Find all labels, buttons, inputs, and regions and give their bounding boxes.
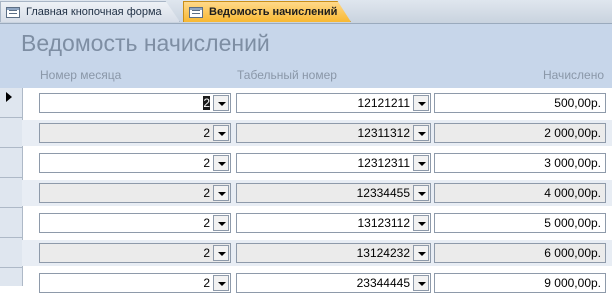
record-selector-divider xyxy=(0,237,22,238)
table-row[interactable]: 2 23344445 9 000,00р. xyxy=(22,270,612,296)
amount-field[interactable]: 4 000,00р. xyxy=(434,183,606,203)
record-selector-divider xyxy=(0,207,22,208)
tab-label: Ведомость начислений xyxy=(209,6,338,18)
form-title: Ведомость начислений xyxy=(21,30,270,56)
form-icon xyxy=(6,6,20,18)
month-combo[interactable]: 2 xyxy=(39,93,231,113)
record-selector-divider xyxy=(0,177,22,178)
record-selector-column xyxy=(0,88,23,286)
column-header-tab-number: Табельный номер xyxy=(237,68,337,82)
chevron-down-icon[interactable] xyxy=(413,185,429,201)
tab-number-combo[interactable]: 12311312 xyxy=(236,123,431,143)
record-selector-divider xyxy=(0,147,22,148)
record-selector-divider xyxy=(0,117,22,118)
form-icon xyxy=(189,6,203,18)
table-row[interactable]: 2 13123112 5 000,00р. xyxy=(22,210,612,236)
amount-field[interactable]: 3 000,00р. xyxy=(434,153,606,173)
tab-number-combo[interactable]: 12121211 xyxy=(236,93,431,113)
tab-number-combo[interactable]: 13123112 xyxy=(236,213,431,233)
tab-number-combo[interactable]: 13124232 xyxy=(236,243,431,263)
amount-field[interactable]: 500,00р. xyxy=(434,93,606,113)
chevron-down-icon[interactable] xyxy=(213,95,229,111)
amount-field[interactable]: 9 000,00р. xyxy=(434,273,606,293)
chevron-down-icon[interactable] xyxy=(213,155,229,171)
amount-field[interactable]: 2 000,00р. xyxy=(434,123,606,143)
chevron-down-icon[interactable] xyxy=(213,185,229,201)
month-combo[interactable]: 2 xyxy=(39,213,231,233)
chevron-down-icon[interactable] xyxy=(213,275,229,291)
month-combo[interactable]: 2 xyxy=(39,183,231,203)
chevron-down-icon[interactable] xyxy=(213,215,229,231)
tab-number-combo[interactable]: 23344445 xyxy=(236,273,431,293)
table-row[interactable]: 2 12312311 3 000,00р. xyxy=(22,150,612,176)
table-row[interactable]: 2 12311312 2 000,00р. xyxy=(22,120,612,146)
table-row[interactable]: 2 12121211 500,00р. xyxy=(22,90,612,116)
chevron-down-icon[interactable] xyxy=(413,215,429,231)
record-selector-divider xyxy=(0,267,22,268)
column-header-amount: Начислено xyxy=(542,68,604,82)
document-tab-bar: Главная кнопочная форма Ведомость начисл… xyxy=(0,0,612,24)
tab-main-switchboard[interactable]: Главная кнопочная форма xyxy=(0,1,180,22)
table-row[interactable]: 2 12334455 4 000,00р. xyxy=(22,180,612,206)
month-combo[interactable]: 2 xyxy=(39,153,231,173)
chevron-down-icon[interactable] xyxy=(413,125,429,141)
tab-payroll-statement[interactable]: Ведомость начислений xyxy=(183,1,351,22)
chevron-down-icon[interactable] xyxy=(413,275,429,291)
chevron-down-icon[interactable] xyxy=(413,245,429,261)
current-record-arrow-icon xyxy=(6,92,12,102)
column-header-month: Номер месяца xyxy=(40,68,122,82)
form-header: Ведомость начислений Номер месяца Табель… xyxy=(0,24,612,88)
amount-field[interactable]: 5 000,00р. xyxy=(434,213,606,233)
chevron-down-icon[interactable] xyxy=(413,155,429,171)
chevron-down-icon[interactable] xyxy=(213,125,229,141)
tab-label: Главная кнопочная форма xyxy=(26,6,162,18)
chevron-down-icon[interactable] xyxy=(213,245,229,261)
month-combo[interactable]: 2 xyxy=(39,243,231,263)
month-combo[interactable]: 2 xyxy=(39,123,231,143)
chevron-down-icon[interactable] xyxy=(413,95,429,111)
tab-number-combo[interactable]: 12334455 xyxy=(236,183,431,203)
table-row[interactable]: 2 13124232 6 000,00р. xyxy=(22,240,612,266)
tab-number-combo[interactable]: 12312311 xyxy=(236,153,431,173)
amount-field[interactable]: 6 000,00р. xyxy=(434,243,606,263)
month-combo[interactable]: 2 xyxy=(39,273,231,293)
